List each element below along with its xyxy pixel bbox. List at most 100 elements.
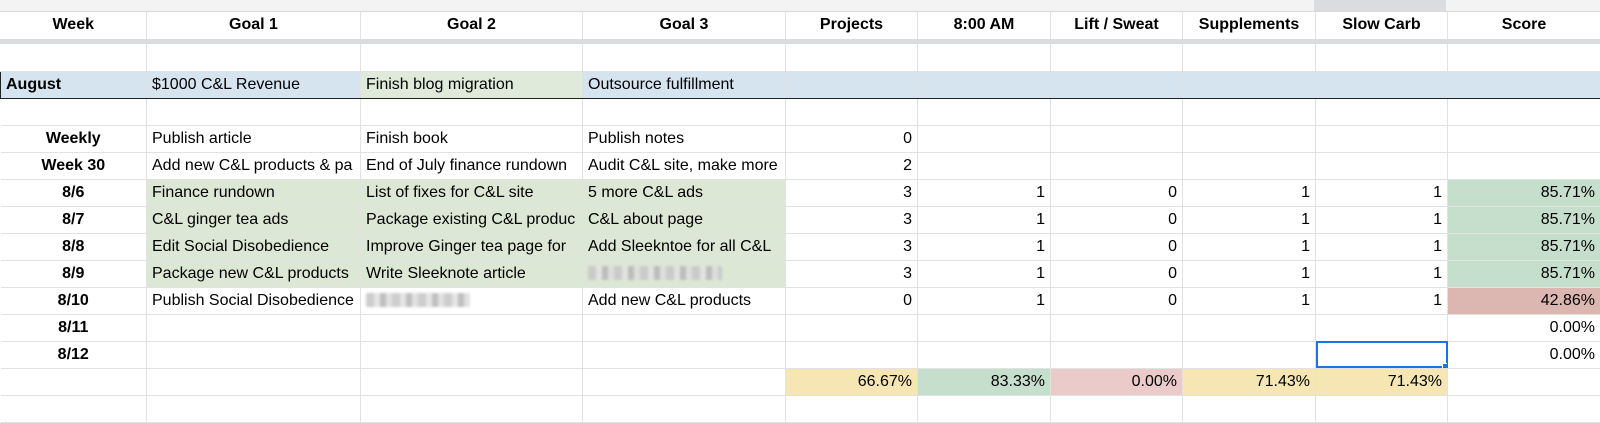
col-header-projects[interactable]: Projects [786,12,918,39]
cell[interactable] [1448,44,1600,71]
cell[interactable] [786,98,918,125]
weekly-projects[interactable]: 0 [786,125,918,152]
week30-goal3[interactable]: Audit C&L site, make more [583,152,786,179]
cell[interactable] [1051,71,1183,98]
day-label[interactable]: 8/8 [1,233,147,260]
day-goal1[interactable]: Publish Social Disobedience [147,287,361,314]
cell[interactable] [583,44,786,71]
day-label[interactable]: 8/6 [1,179,147,206]
day-score[interactable]: 0.00% [1448,341,1600,368]
col-header-8am[interactable]: 8:00 AM [918,12,1051,39]
cell[interactable] [1183,314,1316,341]
cell[interactable] [1183,341,1316,368]
cell[interactable] [147,314,361,341]
summary-slow-carb[interactable]: 71.43% [1316,368,1448,395]
day-goal2[interactable]: Improve Ginger tea page for [361,233,583,260]
cell[interactable] [1448,98,1600,125]
week30-projects[interactable]: 2 [786,152,918,179]
cell[interactable] [918,44,1051,71]
month-goal3[interactable]: Outsource fulfillment [583,71,786,98]
day-slow-carb[interactable]: 1 [1316,287,1448,314]
col-header-score[interactable]: Score [1448,12,1600,39]
day-supplements[interactable]: 1 [1183,179,1316,206]
day-label[interactable]: 8/11 [1,314,147,341]
frozen-row-divider[interactable] [0,39,1600,44]
cell[interactable] [1183,44,1316,71]
day-goal1[interactable]: C&L ginger tea ads [147,206,361,233]
cell[interactable] [147,341,361,368]
day-projects[interactable]: 3 [786,179,918,206]
cell[interactable] [361,44,583,71]
day-goal3[interactable]: 5 more C&L ads [583,179,786,206]
cell[interactable] [583,98,786,125]
day-8am[interactable]: 1 [918,206,1051,233]
cell[interactable] [1051,98,1183,125]
day-supplements[interactable]: 1 [1183,287,1316,314]
cell[interactable] [1316,71,1448,98]
cell[interactable] [1316,44,1448,71]
week30-label[interactable]: Week 30 [1,152,147,179]
weekly-goal1[interactable]: Publish article [147,125,361,152]
cell[interactable] [361,341,583,368]
cell[interactable] [786,71,918,98]
day-label[interactable]: 8/7 [1,206,147,233]
summary-supplements[interactable]: 71.43% [1183,368,1316,395]
day-goal2[interactable]: Package existing C&L produc [361,206,583,233]
cell[interactable] [1,395,147,422]
summary-8am[interactable]: 83.33% [918,368,1051,395]
cell[interactable] [1051,395,1183,422]
cell[interactable] [1183,98,1316,125]
day-goal1[interactable]: Package new C&L products [147,260,361,287]
cell[interactable] [583,368,786,395]
day-score[interactable]: 85.71% [1448,260,1600,287]
cell[interactable] [361,98,583,125]
col-header-goal1[interactable]: Goal 1 [147,12,361,39]
cell[interactable] [1316,125,1448,152]
day-lift[interactable]: 0 [1051,233,1183,260]
selected-cell[interactable] [1316,341,1448,368]
day-score[interactable]: 0.00% [1448,314,1600,341]
day-8am[interactable]: 1 [918,287,1051,314]
day-lift[interactable]: 0 [1051,179,1183,206]
cell[interactable] [583,341,786,368]
cell[interactable] [147,395,361,422]
cell[interactable] [786,395,918,422]
day-label[interactable]: 8/9 [1,260,147,287]
cell[interactable] [918,152,1051,179]
day-slow-carb[interactable]: 1 [1316,206,1448,233]
cell[interactable] [1448,125,1600,152]
cell[interactable] [1448,71,1600,98]
day-score[interactable]: 85.71% [1448,206,1600,233]
cell[interactable] [1183,125,1316,152]
day-score[interactable]: 85.71% [1448,179,1600,206]
day-goal3[interactable]: C&L about page [583,206,786,233]
day-8am[interactable]: 1 [918,233,1051,260]
cell[interactable] [1183,152,1316,179]
day-score[interactable]: 85.71% [1448,233,1600,260]
cell[interactable] [1316,395,1448,422]
cell[interactable] [786,44,918,71]
month-goal2[interactable]: Finish blog migration [361,71,583,98]
day-supplements[interactable]: 1 [1183,233,1316,260]
cell[interactable] [1051,125,1183,152]
cell[interactable] [786,341,918,368]
day-projects[interactable]: 0 [786,287,918,314]
cell[interactable] [1183,71,1316,98]
cell[interactable] [1051,341,1183,368]
cell[interactable] [583,314,786,341]
cell[interactable] [918,395,1051,422]
day-slow-carb[interactable]: 1 [1316,179,1448,206]
col-header-week[interactable]: Week [1,12,147,39]
cell[interactable] [147,44,361,71]
cell[interactable] [1316,152,1448,179]
cell[interactable] [583,395,786,422]
day-goal3-redacted[interactable] [583,260,786,287]
week30-goal2[interactable]: End of July finance rundown [361,152,583,179]
cell[interactable] [361,314,583,341]
selected-column-header[interactable] [1314,0,1446,11]
day-8am[interactable]: 1 [918,179,1051,206]
day-lift[interactable]: 0 [1051,260,1183,287]
day-goal1[interactable]: Finance rundown [147,179,361,206]
day-label[interactable]: 8/10 [1,287,147,314]
day-slow-carb[interactable]: 1 [1316,260,1448,287]
